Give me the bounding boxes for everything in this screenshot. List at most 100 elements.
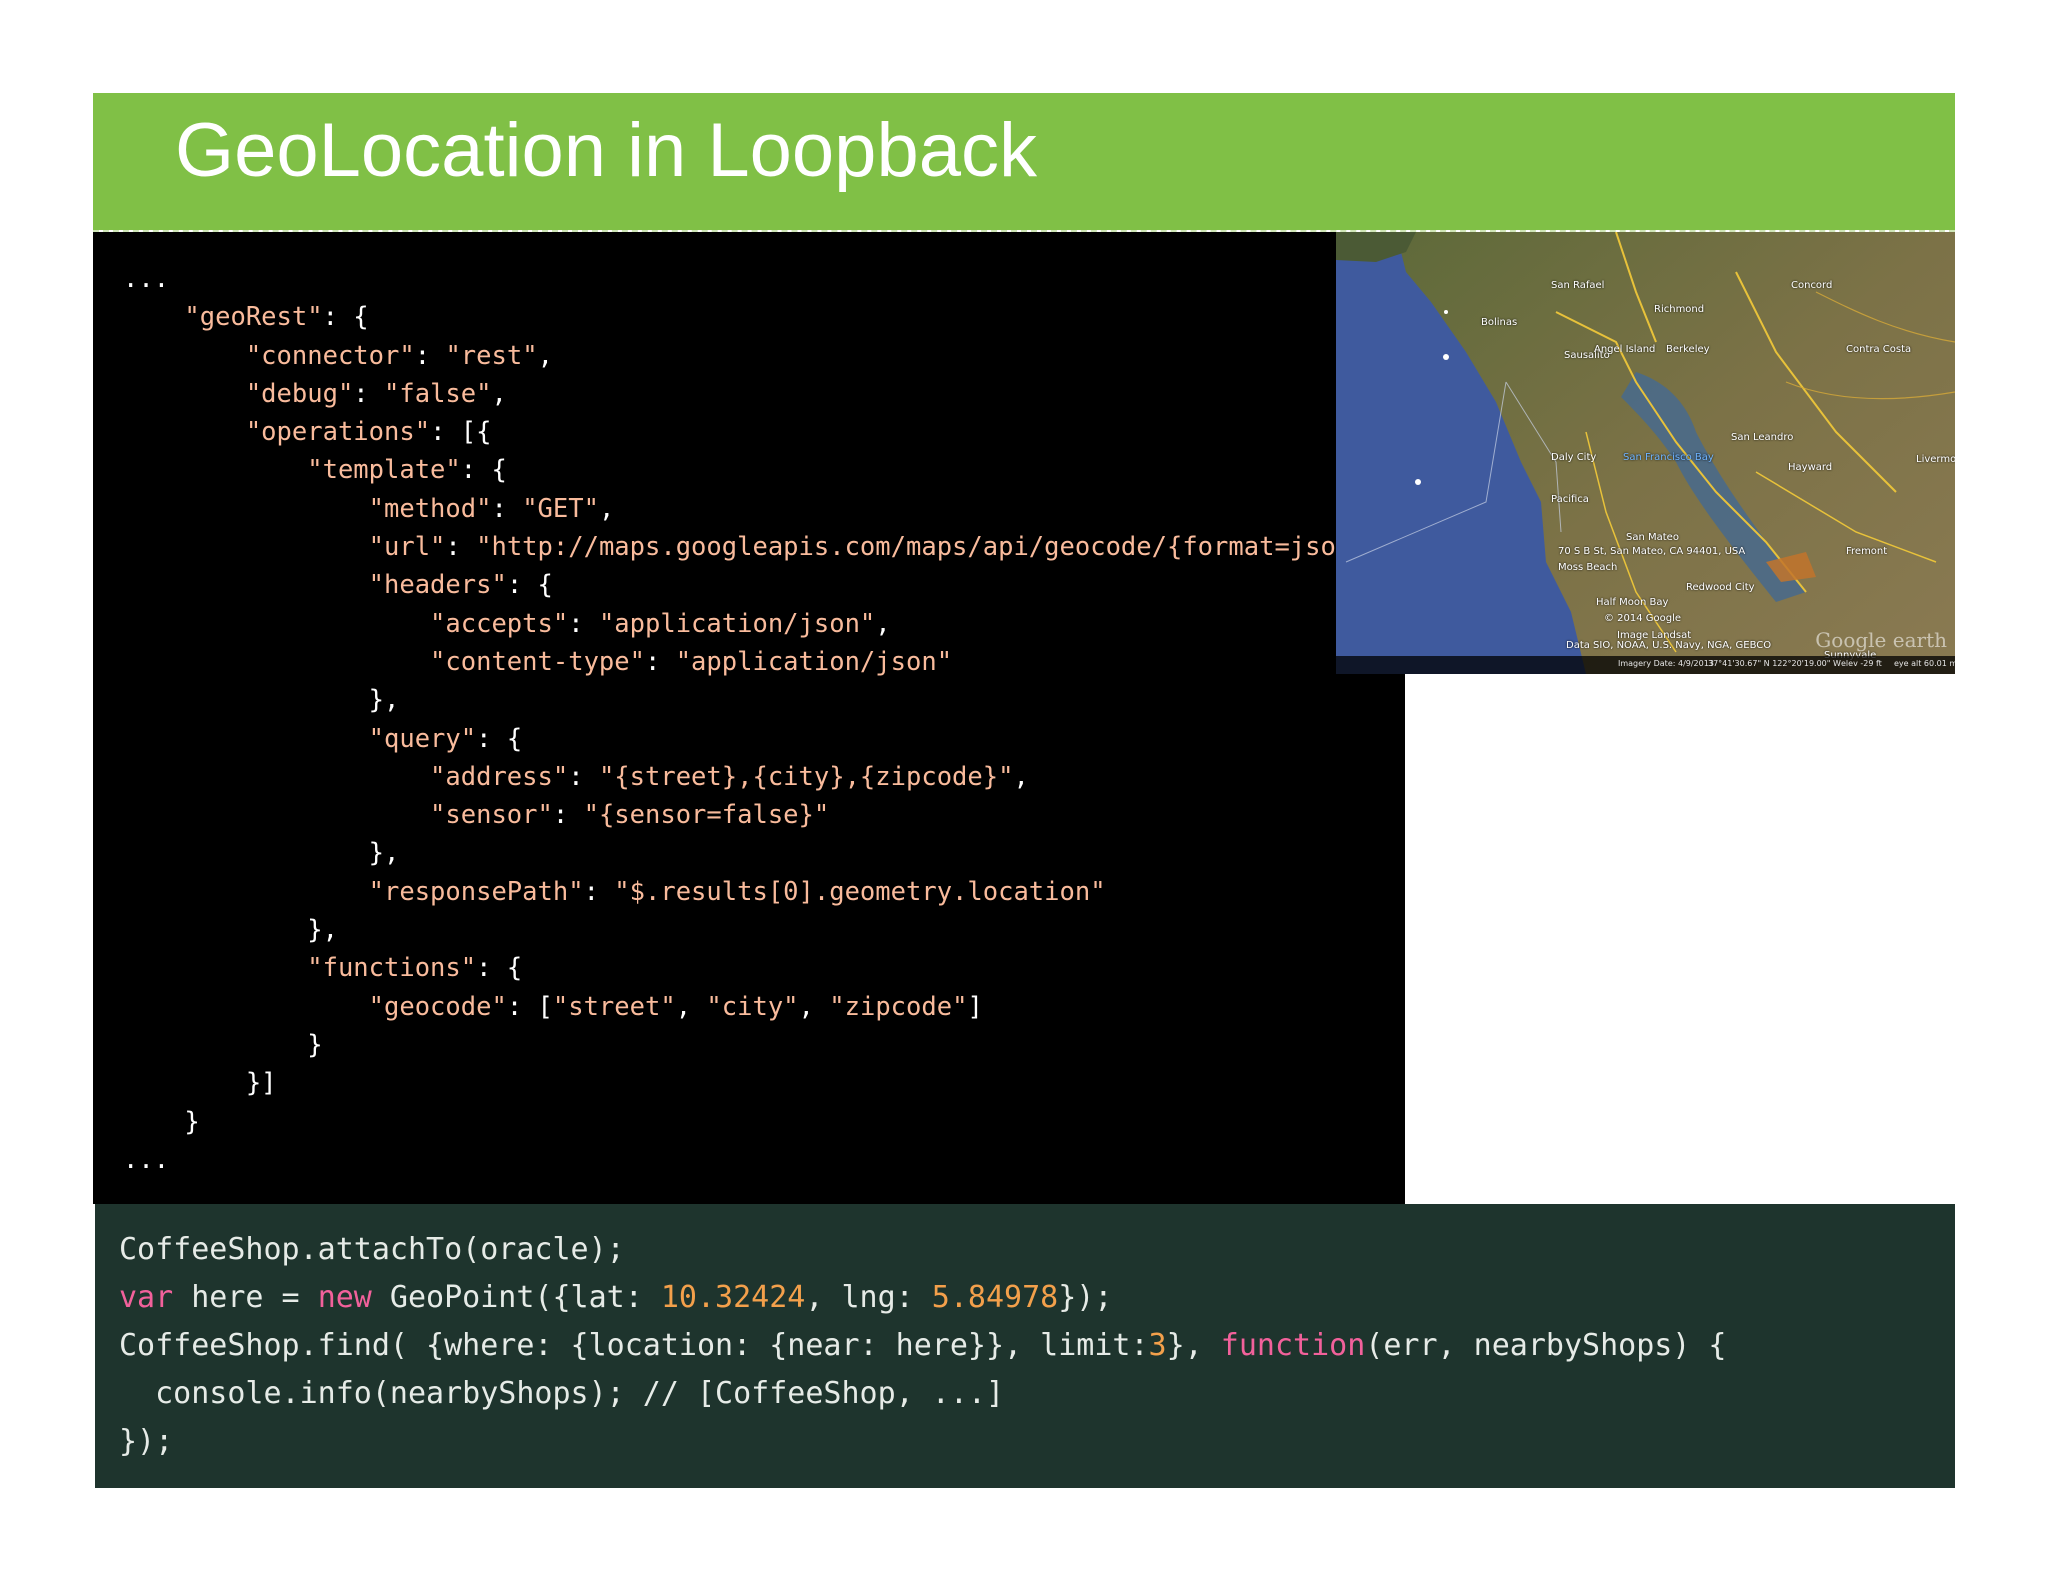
- code-token: },: [368, 838, 400, 869]
- code-token: },: [307, 915, 338, 946]
- json-code-line: },: [123, 681, 1397, 719]
- code-token: "rest": [445, 340, 538, 371]
- code-token: :: [491, 493, 523, 524]
- code-token: "{street},{city},{zipcode}": [598, 761, 1014, 792]
- code-token: "sensor": [430, 800, 553, 831]
- map-place-label: Redwood City: [1686, 582, 1755, 593]
- code-token: console.info(nearbyShops); // [CoffeeSho…: [119, 1376, 1005, 1411]
- code-token: "method": [368, 493, 492, 524]
- code-token: , lng:: [805, 1280, 932, 1315]
- code-token: });: [119, 1424, 174, 1459]
- code-token: "headers": [368, 570, 507, 601]
- code-token: :: [568, 761, 599, 792]
- code-token: : [{: [430, 417, 492, 448]
- code-token: ,: [491, 378, 507, 409]
- code-token: "connector": [245, 340, 415, 371]
- js-code-panel: CoffeeShop.attachTo(oracle); var here = n…: [95, 1204, 1955, 1488]
- code-token: },: [368, 685, 400, 716]
- code-token: "template": [307, 455, 461, 486]
- coordinates-readout: 37°41'30.67" N 122°20'19.00" W: [1708, 659, 1841, 668]
- code-token: }: [184, 1106, 200, 1137]
- json-code-line: "headers": {: [123, 566, 1397, 604]
- code-token: :: [568, 608, 599, 639]
- code-token: : [: [506, 991, 553, 1022]
- map-place-label: Contra Costa: [1846, 344, 1912, 355]
- code-token: ]: [967, 991, 983, 1022]
- elevation-readout: elev -29 ft: [1841, 659, 1882, 668]
- json-code-line: "debug": "false",: [123, 375, 1397, 413]
- code-token: "responsePath": [368, 876, 584, 907]
- code-token: }: [307, 1029, 323, 1060]
- map-status-bar: Imagery Date: 4/9/2013 37°41'30.67" N 12…: [1336, 656, 1955, 674]
- json-code-line: }: [123, 1103, 1397, 1141]
- json-code-line: "functions": {: [123, 949, 1397, 987]
- code-token: 5.84978: [931, 1280, 1059, 1315]
- code-token: function: [1220, 1328, 1366, 1363]
- map-place-label: Bolinas: [1481, 317, 1518, 328]
- json-code-line: },: [123, 911, 1397, 949]
- json-code-line: }]: [123, 1064, 1397, 1102]
- code-token: ,: [675, 991, 707, 1022]
- map-place-label: Livermore: [1916, 454, 1955, 465]
- code-token: "address": [430, 761, 569, 792]
- map-place-label: San Mateo: [1626, 532, 1679, 543]
- json-code-line: "url": "http://maps.googleapis.com/maps/…: [123, 528, 1398, 566]
- code-token: :: [644, 646, 676, 677]
- json-code-line: "query": {: [123, 720, 1397, 758]
- map-place-label: Hayward: [1788, 462, 1833, 473]
- code-token: "street": [552, 991, 676, 1022]
- js-code-line: var here = new GeoPoint({lat: 10.32424, …: [119, 1274, 1727, 1322]
- json-code-line: "template": {: [123, 451, 1397, 489]
- code-token: 3: [1148, 1328, 1167, 1363]
- map-place-label: San Leandro: [1731, 432, 1794, 443]
- code-token: },: [1166, 1328, 1221, 1363]
- code-token: :: [445, 532, 477, 563]
- map-place-label: Daly City: [1551, 452, 1597, 463]
- code-token: new: [317, 1280, 372, 1315]
- map-place-label: Berkeley: [1666, 344, 1710, 355]
- code-token: "http://maps.googleapis.com/maps/api/geo…: [476, 532, 1382, 563]
- code-token: :: [583, 876, 615, 907]
- map-place-label: © 2014 Google: [1604, 613, 1682, 624]
- json-code-line: "geocode": ["street", "city", "zipcode"]: [123, 988, 1397, 1026]
- js-code-line: console.info(nearbyShops); // [CoffeeSho…: [119, 1370, 1727, 1418]
- js-code-line: CoffeeShop.attachTo(oracle);: [119, 1226, 1727, 1274]
- code-token: "false": [384, 378, 492, 409]
- js-code-line: CoffeeShop.find( {where: {location: {nea…: [119, 1322, 1727, 1370]
- code-token: : {: [460, 455, 507, 486]
- code-token: : {: [322, 302, 369, 333]
- code-token: "application/json": [675, 646, 953, 677]
- map-place-label: Angel Island: [1594, 344, 1656, 355]
- code-token: :: [414, 340, 446, 371]
- code-token: ,: [598, 493, 615, 524]
- code-token: CoffeeShop.attachTo(oracle);: [119, 1232, 625, 1267]
- slide-header: GeoLocation in Loopback: [93, 93, 1955, 230]
- code-token: (err, nearbyShops) {: [1365, 1328, 1727, 1363]
- code-token: "url": [368, 532, 446, 563]
- json-code-line: "content-type": "application/json": [123, 643, 1397, 681]
- code-token: :: [552, 800, 584, 831]
- code-token: ,: [798, 991, 830, 1022]
- code-token: "application/json": [598, 608, 876, 639]
- json-code-line: }: [123, 1026, 1397, 1064]
- code-token: CoffeeShop.find( {where: {location: {nea…: [119, 1328, 1149, 1363]
- code-token: "content-type": [430, 646, 645, 677]
- code-token: 10.32424: [660, 1280, 806, 1315]
- code-token: "zipcode": [829, 991, 968, 1022]
- json-code-line: "responsePath": "$.results[0].geometry.l…: [123, 873, 1397, 911]
- code-token: ...: [123, 1144, 170, 1175]
- js-code-line: });: [119, 1418, 1727, 1466]
- json-code-line: ...: [123, 260, 1397, 298]
- code-token: "$.results[0].geometry.location": [614, 876, 1106, 907]
- map-image: San Rafael Richmond Concord Bolinas Sausalit…: [1336, 232, 1955, 674]
- code-token: ,: [537, 340, 553, 371]
- json-code-line: "method": "GET",: [123, 490, 1397, 528]
- code-token: "accepts": [430, 608, 569, 639]
- code-token: "GET": [522, 493, 599, 524]
- json-code-line: "connector": "rest",: [123, 337, 1397, 375]
- json-code-line: ...: [123, 1141, 1397, 1179]
- code-token: "{sensor=false}": [583, 800, 830, 831]
- map-place-label: Fremont: [1846, 546, 1888, 557]
- code-token: "functions": [307, 953, 477, 984]
- map-place-label: 70 S B St, San Mateo, CA 94401, USA: [1558, 546, 1746, 557]
